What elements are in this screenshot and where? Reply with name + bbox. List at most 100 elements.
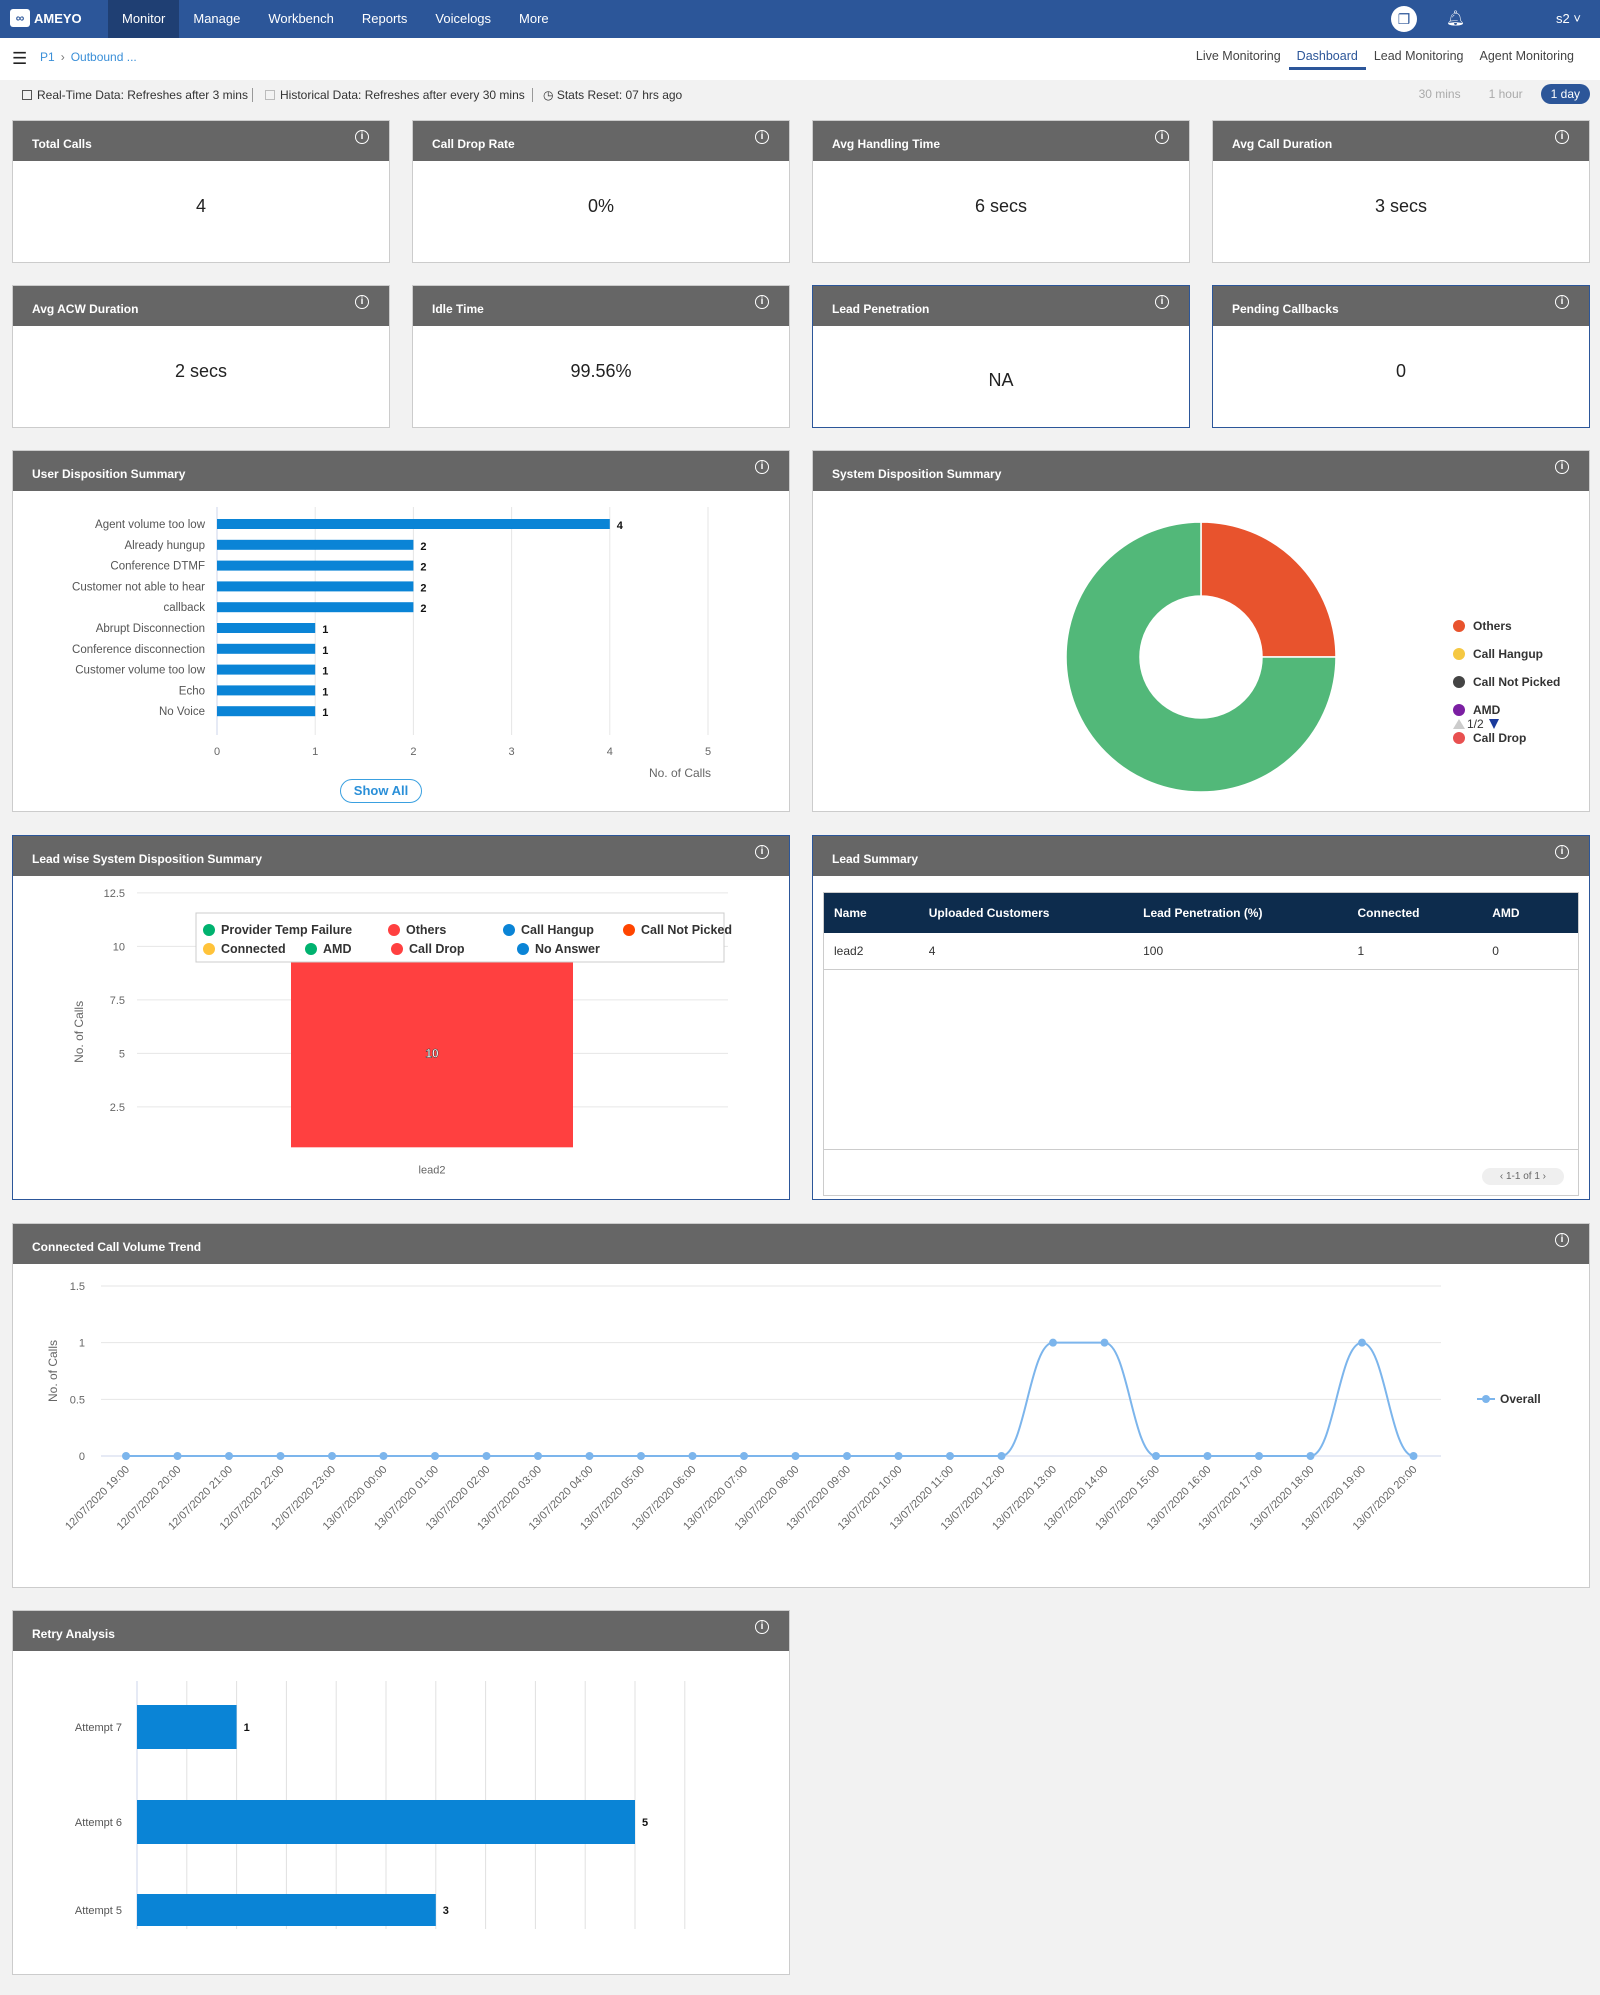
legend-marker [1453, 648, 1465, 660]
data-point [997, 1452, 1006, 1460]
tab-dashboard[interactable]: Dashboard [1288, 38, 1366, 70]
category-label: Customer volume too low [75, 665, 205, 677]
range-1-hour[interactable]: 1 hour [1479, 84, 1533, 104]
range-30-mins[interactable]: 30 mins [1409, 84, 1471, 104]
y-tick-label: 0.5 [70, 1394, 85, 1406]
info-icon[interactable]: i [355, 130, 369, 144]
y-axis-title: No. of Calls [46, 1340, 60, 1402]
data-point [482, 1452, 491, 1460]
info-icon[interactable]: i [1555, 845, 1569, 859]
legend-item: AMD [323, 942, 351, 956]
nav-reports[interactable]: Reports [348, 0, 422, 38]
data-label: 1 [322, 666, 328, 678]
data-point [791, 1452, 800, 1460]
user-menu[interactable]: s2 ˅ [1556, 11, 1581, 26]
info-icon[interactable]: i [755, 130, 769, 144]
panel-header: Pending Callbacks i [1213, 286, 1589, 326]
stat-card: Call Drop Rate i 0% [412, 120, 790, 263]
category-label: Agent volume too low [95, 519, 206, 531]
card-title: Avg Call Duration [1232, 137, 1333, 151]
card-value: 3 secs [1374, 196, 1428, 216]
nav-monitor[interactable]: Monitor [108, 0, 180, 38]
table-row[interactable]: lead2 4 100 1 0 [824, 933, 1578, 970]
column-header[interactable]: Name [824, 893, 919, 933]
nav-manage[interactable]: Manage [179, 0, 254, 38]
breadcrumb-p1[interactable]: P1 [40, 50, 55, 64]
stat-card: Idle Time i 99.56% [412, 285, 790, 428]
info-icon[interactable]: i [755, 845, 769, 859]
card-title: Avg ACW Duration [32, 302, 139, 316]
sub-header: ☰ P1 › Outbound ... Live Monitoring Dashboa… [0, 38, 1600, 80]
column-header[interactable]: Uploaded Customers [918, 893, 1134, 933]
panel-header: Retry Analysis i [13, 1611, 789, 1651]
info-icon[interactable]: i [1555, 1233, 1569, 1247]
column-header[interactable]: Connected [1347, 893, 1483, 933]
info-icon[interactable]: i [755, 1620, 769, 1634]
legend-marker [203, 943, 215, 955]
bar [217, 643, 316, 654]
data-point [585, 1452, 594, 1460]
x-tick-label: 4 [607, 746, 613, 758]
data-point [225, 1452, 233, 1460]
info-icon[interactable]: i [355, 295, 369, 309]
user-disposition-chart: 0 1 2 3 4 5 Agent volume too low 4 Already hungu… [72, 507, 711, 780]
info-icon[interactable]: i [755, 295, 769, 309]
data-label: 4 [617, 520, 624, 532]
infinity-icon: ∞ [10, 9, 30, 27]
stat-card: Avg Call Duration i 3 secs [1212, 120, 1590, 263]
category-label: No Voice [159, 706, 205, 718]
table-cell: 100 [1133, 933, 1348, 970]
stat-card: Total Calls i 4 [12, 120, 390, 263]
checkbox-icon[interactable] [265, 90, 275, 100]
range-1-day[interactable]: 1 day [1540, 84, 1590, 104]
tab-live-monitoring[interactable]: Live Monitoring [1188, 38, 1289, 80]
data-point [122, 1452, 130, 1460]
retry-analysis-chart: Attempt 7 1 Attempt 6 5 Attempt 5 3 [75, 1681, 686, 1929]
bell-icon[interactable]: 🔔︎ [1446, 9, 1465, 27]
panel-header: Avg ACW Duration i [13, 286, 389, 326]
info-icon[interactable]: i [1555, 460, 1569, 474]
tab-lead-monitoring[interactable]: Lead Monitoring [1366, 38, 1472, 80]
info-icon[interactable]: i [1555, 130, 1569, 144]
panel-header: Total Calls i [13, 121, 389, 161]
hamburger-icon[interactable]: ☰ [12, 49, 27, 69]
data-point [1358, 1338, 1366, 1347]
stat-card: Avg Handling Time i 6 secs [812, 120, 1190, 263]
legend-item: Call Not Picked [641, 923, 732, 937]
column-header[interactable]: AMD [1482, 893, 1578, 933]
info-icon[interactable]: i [1555, 295, 1569, 309]
column-header[interactable]: Lead Penetration (%) [1133, 893, 1348, 933]
legend-marker [1453, 732, 1465, 744]
checkbox-icon[interactable] [22, 90, 32, 100]
ameyo-logo[interactable]: ∞ AMEYO [10, 9, 82, 27]
info-icon[interactable]: i [1155, 130, 1169, 144]
tab-agent-monitoring[interactable]: Agent Monitoring [1471, 38, 1582, 80]
panel-header: Lead wise System Disposition Summary i [13, 836, 789, 876]
data-label: 2 [420, 562, 426, 574]
nav-more[interactable]: More [505, 0, 563, 38]
legend-item: Others [406, 923, 446, 937]
show-all-button[interactable]: Show All [340, 779, 422, 803]
data-point [894, 1452, 903, 1460]
card-title: Avg Handling Time [832, 137, 941, 151]
table-cell: 4 [918, 933, 1134, 970]
clock-icon: ◷ [543, 88, 557, 102]
nav-workbench[interactable]: Workbench [254, 0, 348, 38]
card-value: NA [988, 370, 1014, 390]
y-tick-label: 0 [79, 1451, 85, 1463]
data-point [688, 1452, 697, 1460]
chat-icon[interactable]: ❐ [1391, 6, 1417, 32]
category-label: Already hungup [124, 540, 205, 552]
data-point [1203, 1452, 1212, 1460]
breadcrumb: P1 › Outbound ... [40, 50, 137, 64]
data-point [534, 1452, 542, 1460]
info-icon[interactable]: i [1155, 295, 1169, 309]
donut-slice [1200, 521, 1337, 658]
breadcrumb-outbound[interactable]: Outbound ... [71, 50, 137, 64]
pagination[interactable]: ‹ 1-1 of 1 › [1481, 1168, 1564, 1185]
info-icon[interactable]: i [755, 460, 769, 474]
call-volume-trend-chart: 00.511.5No. of Calls12/07/2020 19:0012/0… [46, 1281, 1541, 1533]
data-label: 1 [322, 707, 328, 719]
nav-voicelogs[interactable]: Voicelogs [421, 0, 505, 38]
legend-page: 1/2 [1467, 717, 1484, 731]
